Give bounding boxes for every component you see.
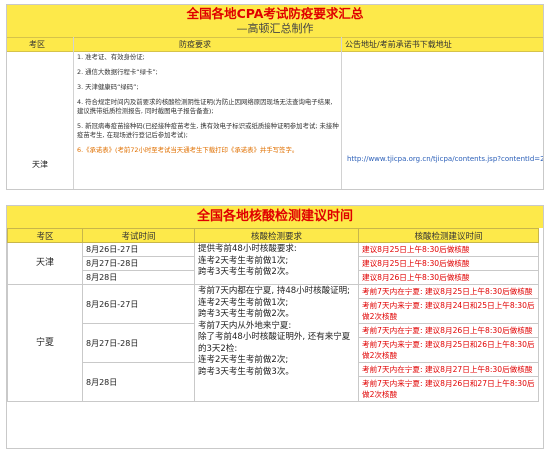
exam-date-cell: 8月27日-28日	[82, 323, 195, 363]
suggestion-cell: 建议8月25日上午8:30后做核酸	[358, 256, 539, 271]
header-link: 公告地址/考前承诺书下载地址	[345, 40, 452, 49]
region-cell: 宁夏	[7, 284, 83, 402]
region-cell: 天津	[7, 51, 73, 189]
suggestion-cell: 考前7天内在宁夏: 建议8月26日上午8:30后做核酸	[358, 323, 539, 338]
top-title-block: 全国各地CPA考试防疫要求汇总 —高顿汇总制作	[7, 5, 543, 37]
requirement-cell: 提供考前48小时核酸要求: 连考2天考生考前做1次; 跨考3天考生考前做2次。	[194, 242, 359, 285]
header-region: 考区	[29, 40, 45, 49]
col-header: 核酸检测建议时间	[358, 228, 539, 243]
requirement-item: 3. 天津健康码“绿码”;	[77, 83, 139, 91]
table-header-row: 考区 考试时间 核酸检测要求 核酸检测建议时间	[7, 228, 539, 243]
exam-date-cell: 8月27日-28日	[82, 256, 195, 271]
suggestion-cell: 考前7天内来宁夏: 建议8月24日和25日上午8:30后做2次核酸	[358, 298, 539, 324]
exam-date-cell: 8月26日-27日	[82, 284, 195, 324]
requirement-item: 6.《承诺表》(考前72小时至考试当天通考生下载打印《承诺表》并手写签字。	[77, 146, 299, 154]
table-row: 天津 8月26日-27日 提供考前48小时核酸要求: 连考2天考生考前做1次; …	[7, 242, 539, 285]
suggestion-cell: 考前7天内来宁夏: 建议8月26日和27日上午8:30后做2次核酸	[358, 376, 539, 402]
bottom-title: 全国各地核酸检测建议时间	[7, 206, 543, 228]
exam-date-cell: 8月28日	[82, 362, 195, 402]
requirement-item: 4. 符合规定时间内及前要求的核酸检测阴性证明(为防止因网络原因现场无法查询电子…	[77, 98, 333, 115]
requirement-item: 2. 通信大数据行程卡“绿卡”;	[77, 68, 158, 76]
cpa-epidemic-requirements-table: 全国各地CPA考试防疫要求汇总 —高顿汇总制作 考区 防疫要求 公告地址/考前承…	[6, 4, 544, 190]
exam-date-cell: 8月28日	[82, 270, 195, 285]
col-header: 考试时间	[82, 228, 195, 243]
region-name: 天津	[32, 160, 48, 169]
divider	[341, 37, 342, 189]
col-header: 核酸检测要求	[194, 228, 359, 243]
top-subtitle: —高顿汇总制作	[236, 22, 314, 35]
suggestion-cell: 考前7天内在宁夏: 建议8月25日上午8:30后做核酸	[358, 284, 539, 299]
top-header-row: 考区 防疫要求 公告地址/考前承诺书下载地址	[7, 37, 543, 52]
announcement-link[interactable]: http://www.tjicpa.org.cn/tjicpa/contents…	[347, 155, 543, 163]
divider	[73, 37, 74, 189]
table-row: 宁夏 8月26日-27日 考前7天内都在宁夏, 持48小时核酸证明; 连考2天考…	[7, 284, 539, 402]
requirement-item: 1. 准考证、有效身份证;	[77, 53, 145, 61]
suggestion-cell: 建议8月26日上午8:30后做核酸	[358, 270, 539, 285]
nucleic-test-table: 考区 考试时间 核酸检测要求 核酸检测建议时间 天津 8月26日-27日 提供考…	[7, 228, 539, 402]
top-title: 全国各地CPA考试防疫要求汇总	[186, 6, 364, 21]
requirement-item: 5. 新冠病毒疫苗接种码(已经接种疫苗考生, 携有效电子标识或纸质接种证明参加考…	[77, 122, 339, 139]
requirements-list: 1. 准考证、有效身份证; 2. 通信大数据行程卡“绿卡”; 3. 天津健康码“…	[77, 53, 339, 161]
suggestion-cell: 考前7天内来宁夏: 建议8月25日和26日上午8:30后做2次核酸	[358, 337, 539, 363]
requirement-cell: 考前7天内都在宁夏, 持48小时核酸证明; 连考2天考生考前做1次; 跨考3天考…	[194, 284, 359, 402]
nucleic-test-time-table: 全国各地核酸检测建议时间 考区 考试时间 核酸检测要求 核酸检测建议时间 天津 …	[6, 205, 544, 449]
suggestion-cell: 建议8月25日上午8:30后做核酸	[358, 242, 539, 257]
suggestion-cell: 考前7天内在宁夏: 建议8月27日上午8:30后做核酸	[358, 362, 539, 377]
col-header: 考区	[7, 228, 83, 243]
exam-date-cell: 8月26日-27日	[82, 242, 195, 257]
region-cell: 天津	[7, 242, 83, 285]
header-requirements: 防疫要求	[179, 40, 211, 49]
